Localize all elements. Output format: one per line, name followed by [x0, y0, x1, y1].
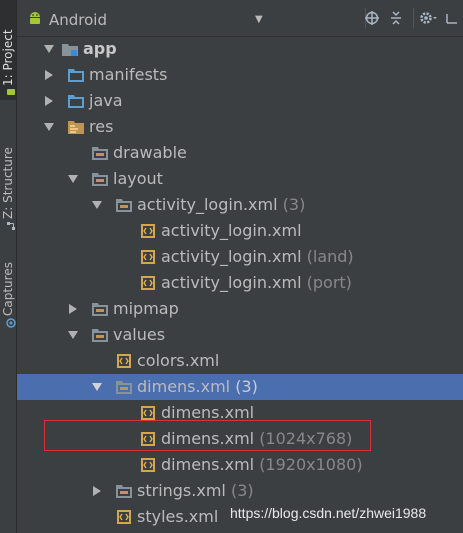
- tab-captures[interactable]: Captures: [0, 238, 16, 330]
- file-name: dimens.xml: [137, 377, 231, 396]
- tree-node-label: colors.xml: [137, 351, 220, 370]
- view-selector-label: Android: [49, 11, 107, 29]
- watermark: https://blog.csdn.net/zhwei1988: [230, 505, 427, 521]
- project-tree: app manifests java res drawable layout a…: [17, 36, 463, 533]
- locate-icon[interactable]: [363, 9, 381, 27]
- file-qualifier: (land): [306, 247, 354, 266]
- tree-node-strings-group[interactable]: strings.xml (3): [17, 478, 463, 504]
- xml-file-icon: [139, 249, 157, 265]
- file-name: strings.xml: [137, 481, 226, 500]
- expand-arrow-icon[interactable]: [91, 192, 103, 218]
- folder-icon: [91, 301, 109, 317]
- folder-icon: [67, 67, 85, 83]
- tab-project[interactable]: 1: Project: [0, 0, 16, 100]
- file-count: (3): [282, 195, 306, 214]
- collapse-all-icon[interactable]: [387, 9, 405, 27]
- expand-arrow-icon[interactable]: [43, 114, 55, 140]
- android-icon: [3, 88, 15, 98]
- collapse-arrow-icon[interactable]: [67, 296, 79, 322]
- tree-node-activity-login-land[interactable]: activity_login.xml (land): [17, 244, 463, 270]
- collapse-arrow-icon[interactable]: [43, 62, 55, 88]
- tree-node-label: app: [83, 39, 117, 58]
- file-name: activity_login.xml: [161, 273, 302, 292]
- file-name: activity_login.xml: [161, 247, 302, 266]
- gear-icon[interactable]: [419, 9, 437, 27]
- annotation-highlight-box: [44, 420, 371, 451]
- tree-node-manifests[interactable]: manifests: [17, 62, 463, 88]
- chevron-down-icon[interactable]: ▼: [255, 14, 263, 25]
- tree-node-mipmap[interactable]: mipmap: [17, 296, 463, 322]
- structure-icon: [3, 221, 15, 231]
- tree-node-activity-login-default[interactable]: activity_login.xml: [17, 218, 463, 244]
- tab-project-label: 1: Project: [1, 29, 15, 86]
- tree-node-label: strings.xml (3): [137, 481, 254, 501]
- folder-icon: [115, 379, 133, 395]
- view-selector[interactable]: Android: [27, 10, 107, 30]
- xml-file-icon: [139, 275, 157, 291]
- file-count: (3): [230, 481, 254, 500]
- tree-node-layout[interactable]: layout: [17, 166, 463, 192]
- tree-node-dimens-1920x1080[interactable]: dimens.xml (1920x1080): [17, 452, 463, 478]
- tree-node-label: java: [89, 91, 123, 110]
- tree-node-label: drawable: [113, 143, 187, 162]
- resource-folder-icon: [67, 119, 85, 135]
- tree-node-app[interactable]: app: [17, 36, 463, 62]
- camera-icon: [3, 318, 16, 328]
- folder-icon: [115, 483, 133, 499]
- tree-node-label: res: [89, 117, 114, 136]
- expand-arrow-icon[interactable]: [67, 322, 79, 348]
- tree-node-label: styles.xml: [137, 507, 219, 526]
- tree-node-activity-login-port[interactable]: activity_login.xml (port): [17, 270, 463, 296]
- collapse-arrow-icon[interactable]: [43, 88, 55, 114]
- tree-node-dimens-group[interactable]: dimens.xml (3): [17, 374, 463, 400]
- tree-node-res[interactable]: res: [17, 114, 463, 140]
- tree-node-label: mipmap: [113, 299, 179, 318]
- tree-node-label: manifests: [89, 65, 168, 84]
- tree-node-drawable[interactable]: drawable: [17, 140, 463, 166]
- tree-node-activity-login-group[interactable]: activity_login.xml (3): [17, 192, 463, 218]
- file-name: activity_login.xml: [137, 195, 278, 214]
- tab-structure[interactable]: Z: Structure: [0, 118, 16, 233]
- folder-icon: [115, 197, 133, 213]
- tree-node-label: layout: [113, 169, 163, 188]
- tree-node-colors[interactable]: colors.xml: [17, 348, 463, 374]
- toolbar-divider: [413, 8, 414, 28]
- collapse-arrow-icon[interactable]: [91, 478, 103, 504]
- xml-file-icon: [115, 509, 133, 525]
- expand-arrow-icon[interactable]: [67, 166, 79, 192]
- tree-node-label: activity_login.xml (land): [161, 247, 354, 267]
- file-name: dimens.xml: [161, 455, 255, 474]
- folder-icon: [91, 145, 109, 161]
- xml-file-icon: [139, 223, 157, 239]
- folder-icon: [91, 327, 109, 343]
- file-qualifier: (port): [306, 273, 352, 292]
- expand-arrow-icon[interactable]: [43, 36, 55, 62]
- xml-file-icon: [115, 353, 133, 369]
- expand-arrow-icon[interactable]: [91, 374, 103, 400]
- module-icon: [61, 41, 79, 57]
- tab-structure-label: Z: Structure: [1, 147, 15, 219]
- android-icon: [27, 10, 43, 30]
- xml-file-icon: [139, 405, 157, 421]
- tree-node-java[interactable]: java: [17, 88, 463, 114]
- tree-node-label: activity_login.xml: [161, 221, 302, 240]
- folder-icon: [91, 171, 109, 187]
- folder-icon: [67, 93, 85, 109]
- tree-node-label: dimens.xml (3): [137, 377, 258, 397]
- tree-node-label: values: [113, 325, 166, 344]
- tree-node-label: dimens.xml (1920x1080): [161, 455, 363, 475]
- hide-icon[interactable]: [443, 9, 461, 27]
- file-qualifier: (1920x1080): [259, 455, 363, 474]
- project-toolbar: Android ▼: [17, 0, 463, 37]
- tab-captures-label: Captures: [1, 262, 15, 316]
- xml-file-icon: [139, 457, 157, 473]
- tree-node-label: activity_login.xml (port): [161, 273, 352, 293]
- tree-node-label: activity_login.xml (3): [137, 195, 305, 215]
- file-count: (3): [235, 377, 258, 396]
- tool-window-stripe: 1: Project Z: Structure Captures: [0, 0, 17, 533]
- tree-node-values[interactable]: values: [17, 322, 463, 348]
